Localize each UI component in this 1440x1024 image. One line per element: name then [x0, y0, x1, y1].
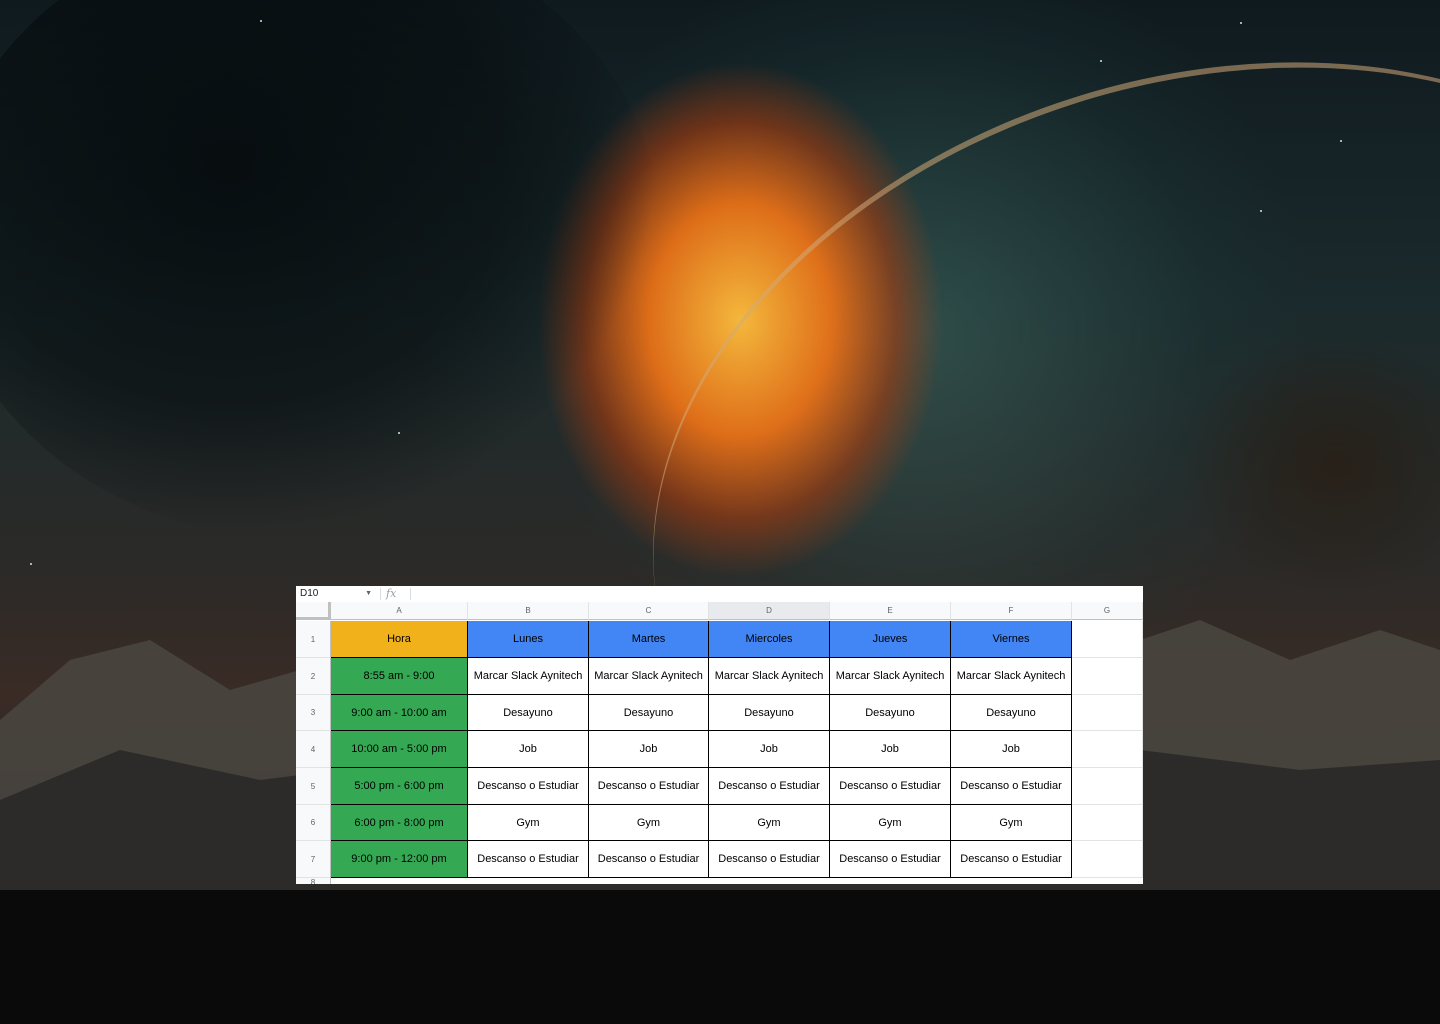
cell-activity[interactable]: Marcar Slack Aynitech: [709, 658, 830, 695]
cell-empty[interactable]: [1072, 841, 1143, 878]
cell-empty[interactable]: [1072, 621, 1143, 658]
cell-activity[interactable]: Job: [468, 731, 589, 768]
row-header-7[interactable]: 7: [296, 841, 331, 878]
row-header-8[interactable]: 8: [296, 878, 331, 884]
cell-activity[interactable]: Descanso o Estudiar: [830, 768, 951, 805]
cell-activity[interactable]: Job: [589, 731, 709, 768]
wallpaper-city-silhouette: [1180, 330, 1440, 600]
cell-empty[interactable]: [1072, 731, 1143, 768]
spreadsheet-window: D10 ▼ fx A B C D E F G 1 2 3 4 5 6 7 8 H…: [296, 586, 1143, 884]
cell-day-header[interactable]: Lunes: [468, 621, 589, 658]
cell-activity[interactable]: Desayuno: [709, 695, 830, 731]
row-header-1[interactable]: 1: [296, 621, 331, 658]
cell-activity[interactable]: Descanso o Estudiar: [468, 841, 589, 878]
cell-activity[interactable]: Descanso o Estudiar: [589, 841, 709, 878]
formula-bar: D10 ▼ fx: [296, 586, 1143, 603]
cell-activity[interactable]: Job: [951, 731, 1072, 768]
cell-activity[interactable]: Marcar Slack Aynitech: [951, 658, 1072, 695]
cell-activity[interactable]: Gym: [589, 805, 709, 841]
row-header-3[interactable]: 3: [296, 695, 331, 731]
cell-day-header[interactable]: Miercoles: [709, 621, 830, 658]
formula-divider: [380, 588, 381, 600]
cell-time[interactable]: 10:00 am - 5:00 pm: [331, 731, 468, 768]
cell-activity[interactable]: Gym: [951, 805, 1072, 841]
cell-day-header[interactable]: Jueves: [830, 621, 951, 658]
column-header-b[interactable]: B: [468, 602, 589, 620]
column-header-d[interactable]: D: [709, 602, 830, 620]
cell-activity[interactable]: Desayuno: [589, 695, 709, 731]
column-header-e[interactable]: E: [830, 602, 951, 620]
cell-activity[interactable]: Marcar Slack Aynitech: [468, 658, 589, 695]
cell-empty[interactable]: [1072, 695, 1143, 731]
cell-time[interactable]: 6:00 pm - 8:00 pm: [331, 805, 468, 841]
cell-hora-header[interactable]: Hora: [331, 621, 468, 658]
cell-activity[interactable]: Desayuno: [951, 695, 1072, 731]
row-header-5[interactable]: 5: [296, 768, 331, 805]
wallpaper-tree-silhouette: [0, 0, 660, 540]
cell-activity[interactable]: Gym: [468, 805, 589, 841]
cell-activity[interactable]: Descanso o Estudiar: [951, 841, 1072, 878]
cell-empty[interactable]: [1072, 805, 1143, 841]
cell-activity[interactable]: Job: [709, 731, 830, 768]
cell-activity[interactable]: Descanso o Estudiar: [589, 768, 709, 805]
cell-activity[interactable]: Gym: [830, 805, 951, 841]
row-header-4[interactable]: 4: [296, 731, 331, 768]
cell-time[interactable]: 5:00 pm - 6:00 pm: [331, 768, 468, 805]
cell-empty[interactable]: [1072, 768, 1143, 805]
row-header-2[interactable]: 2: [296, 658, 331, 695]
chevron-down-icon[interactable]: ▼: [365, 587, 372, 601]
cell-activity[interactable]: Job: [830, 731, 951, 768]
name-box[interactable]: D10 ▼: [300, 587, 372, 601]
cell-day-header[interactable]: Viernes: [951, 621, 1072, 658]
cell-activity[interactable]: Descanso o Estudiar: [709, 768, 830, 805]
column-header-c[interactable]: C: [589, 602, 709, 620]
cell-activity[interactable]: Descanso o Estudiar: [468, 768, 589, 805]
cell-activity[interactable]: Desayuno: [468, 695, 589, 731]
cell-day-header[interactable]: Martes: [589, 621, 709, 658]
column-header-f[interactable]: F: [951, 602, 1072, 620]
cell-activity[interactable]: Descanso o Estudiar: [709, 841, 830, 878]
row-header-6[interactable]: 6: [296, 805, 331, 841]
cell-activity[interactable]: Descanso o Estudiar: [830, 841, 951, 878]
cell-time[interactable]: 8:55 am - 9:00: [331, 658, 468, 695]
select-all-corner[interactable]: [296, 602, 331, 620]
fx-icon: fx: [386, 587, 397, 600]
column-header-g[interactable]: G: [1072, 602, 1143, 620]
cell-activity[interactable]: Marcar Slack Aynitech: [589, 658, 709, 695]
column-header-a[interactable]: A: [331, 602, 468, 620]
cell-activity[interactable]: Marcar Slack Aynitech: [830, 658, 951, 695]
cell-activity[interactable]: Desayuno: [830, 695, 951, 731]
cell-activity[interactable]: Gym: [709, 805, 830, 841]
cell-time[interactable]: 9:00 pm - 12:00 pm: [331, 841, 468, 878]
formula-divider: [410, 588, 411, 600]
cell-time[interactable]: 9:00 am - 10:00 am: [331, 695, 468, 731]
name-box-value: D10: [300, 588, 319, 599]
cell-empty[interactable]: [1072, 658, 1143, 695]
cell-activity[interactable]: Descanso o Estudiar: [951, 768, 1072, 805]
